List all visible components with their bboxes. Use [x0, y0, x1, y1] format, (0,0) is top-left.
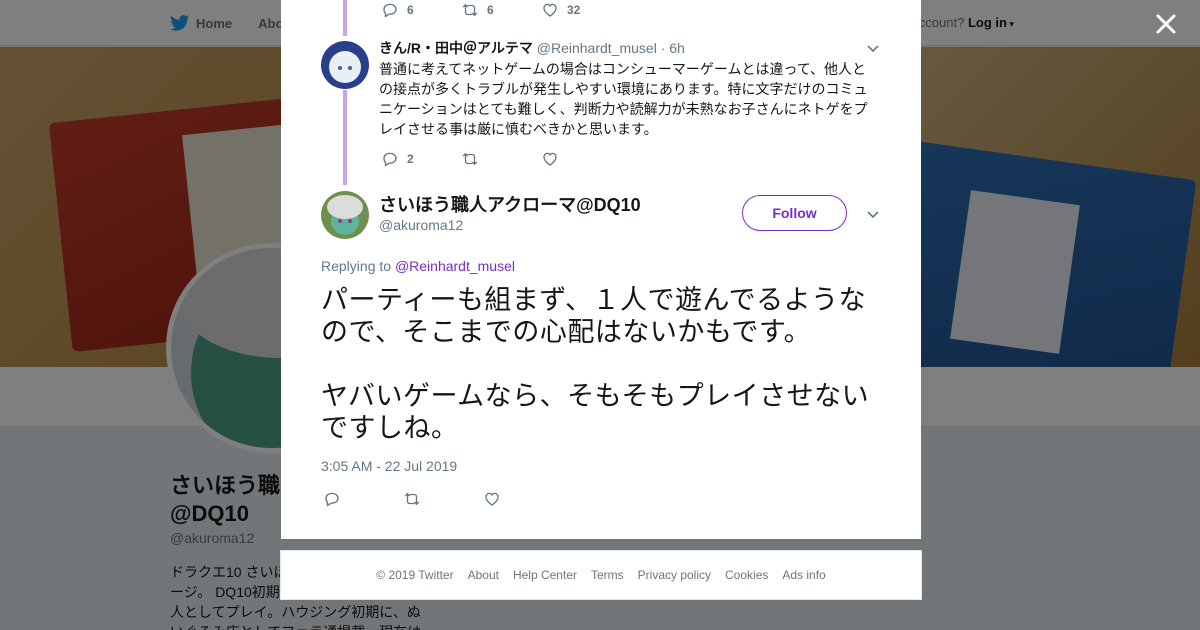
reply-count: 2: [407, 152, 414, 166]
footer-about-link[interactable]: About: [468, 568, 499, 582]
reply-action[interactable]: [323, 490, 403, 508]
footer-ads-link[interactable]: Ads info: [782, 568, 825, 582]
close-icon[interactable]: [1152, 10, 1180, 38]
follow-button[interactable]: Follow: [742, 195, 847, 231]
like-icon: [485, 492, 499, 506]
replying-to-prefix: Replying to: [321, 258, 392, 274]
retweet-action[interactable]: [403, 490, 483, 508]
reply-icon: [383, 152, 397, 167]
replying-to-line: Replying to @Reinhardt_musel: [321, 258, 515, 274]
main-author-avatar[interactable]: [321, 191, 369, 239]
retweet-count: 6: [487, 3, 494, 17]
like-icon: [543, 3, 557, 17]
like-count: 32: [567, 3, 581, 17]
footer-privacy-link[interactable]: Privacy policy: [638, 568, 711, 582]
main-tweet-text: パーティーも組まず、１人で遊んでるようなので、そこまでの心配はないかもです。 ヤ…: [321, 285, 870, 443]
main-author-handle[interactable]: @akuroma12: [379, 217, 463, 233]
reply-header: きん/R・田中＠アルテマ @Reinhardt_musel · 6h: [379, 38, 685, 58]
chevron-down-icon[interactable]: [865, 40, 881, 56]
footer-terms-link[interactable]: Terms: [591, 568, 624, 582]
retweet-action[interactable]: [461, 150, 541, 168]
like-action[interactable]: [541, 150, 621, 168]
like-action[interactable]: [483, 490, 563, 508]
retweet-icon: [462, 3, 478, 17]
thread-line-reply: [343, 90, 347, 185]
main-author-name[interactable]: さいほう職人アクローマ@DQ10: [379, 191, 641, 217]
reply-timestamp[interactable]: · 6h: [661, 40, 685, 56]
chevron-down-icon[interactable]: [865, 206, 881, 222]
retweet-action[interactable]: 6: [461, 1, 541, 19]
reply-action[interactable]: 6: [381, 1, 461, 19]
like-action[interactable]: 32: [541, 1, 621, 19]
footer-cookies-link[interactable]: Cookies: [725, 568, 768, 582]
footer-help-link[interactable]: Help Center: [513, 568, 577, 582]
reply-author-avatar[interactable]: [321, 41, 369, 89]
retweet-icon: [404, 492, 420, 506]
prev-tweet-actions: 6 6 32: [381, 1, 621, 19]
replying-to-link[interactable]: @Reinhardt_musel: [395, 258, 515, 274]
main-tweet-timestamp[interactable]: 3:05 AM - 22 Jul 2019: [321, 458, 457, 474]
reply-tweet-text: 普通に考えてネットゲームの場合はコンシューマーゲームとは違って、他人との接点が多…: [379, 61, 868, 137]
reply-count: 6: [407, 3, 414, 17]
retweet-icon: [462, 152, 478, 166]
tweet-permalink-modal: 6 6 32 きん/R・田中＠アルテマ @Reinhardt_musel · 6…: [281, 0, 921, 539]
main-avatar-image: [321, 191, 369, 239]
like-icon: [543, 152, 557, 166]
modal-footer: © 2019 Twitter About Help Center Terms P…: [280, 550, 922, 600]
reply-author-handle[interactable]: @Reinhardt_musel: [537, 40, 657, 56]
reply-icon: [325, 492, 339, 507]
reply-avatar-image: [321, 41, 369, 89]
main-tweet-actions: [323, 490, 563, 508]
footer-copyright: © 2019 Twitter: [376, 568, 454, 582]
reply-tweet-actions: 2: [381, 150, 621, 168]
reply-author-name[interactable]: きん/R・田中＠アルテマ: [379, 40, 533, 56]
reply-icon: [383, 3, 397, 18]
reply-action[interactable]: 2: [381, 150, 461, 168]
thread-line-top: [343, 0, 347, 36]
